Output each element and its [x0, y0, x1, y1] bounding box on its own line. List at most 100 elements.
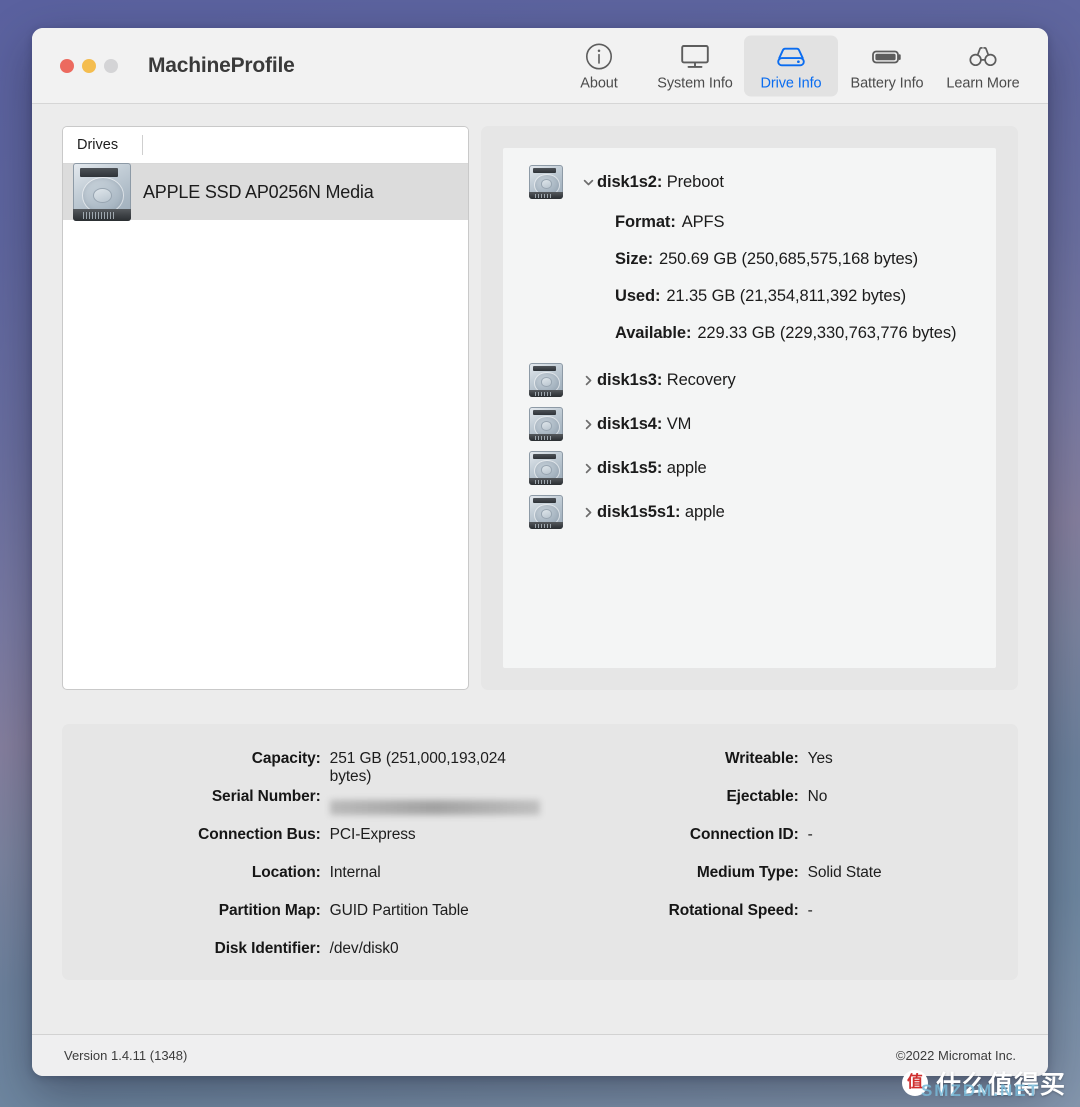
partition-name: Preboot	[666, 172, 724, 191]
property-key: Serial Number:	[211, 788, 321, 805]
hard-drive-icon	[529, 165, 563, 199]
property-value: /dev/disk0	[329, 940, 399, 957]
partition-header[interactable]: disk1s5: apple	[503, 446, 996, 490]
property-value: PCI-Express	[329, 826, 416, 843]
chevron-down-icon[interactable]	[579, 176, 597, 189]
tab-learn-more[interactable]: Learn More	[936, 35, 1030, 96]
drive-list-item-label: APPLE SSD AP0256N Media	[143, 181, 374, 202]
tab-drive-info[interactable]: Drive Info	[744, 35, 838, 96]
chevron-right-icon[interactable]	[579, 506, 597, 519]
property-row: Capacity: 251 GB (251,000,193,024 bytes)	[62, 750, 540, 788]
drive-icon	[775, 41, 807, 71]
tab-about-label: About	[580, 75, 618, 91]
info-circle-icon	[584, 41, 614, 71]
property-key: Writeable:	[725, 750, 799, 767]
column-divider[interactable]	[142, 135, 143, 155]
hard-drive-icon	[73, 163, 131, 221]
property-row: Ejectable: No	[540, 788, 1018, 826]
property-key: Capacity:	[251, 750, 321, 767]
tab-system-info[interactable]: System Info	[648, 35, 742, 96]
chevron-right-icon[interactable]	[579, 462, 597, 475]
property-key: Disk Identifier:	[214, 940, 321, 957]
field-key: Format:	[615, 213, 676, 231]
property-key: Connection ID:	[689, 826, 799, 843]
version-label: Version 1.4.11 (1348)	[64, 1048, 188, 1063]
chevron-right-icon[interactable]	[579, 374, 597, 387]
field-value: 229.33 GB (229,330,763,776 bytes)	[697, 324, 957, 342]
property-row: Location: Internal	[62, 864, 540, 902]
tab-drive-info-label: Drive Info	[760, 75, 822, 91]
field-key: Used:	[615, 287, 661, 305]
partition-title: disk1s3: Recovery	[597, 370, 736, 389]
property-value: -	[807, 902, 813, 919]
zoom-button[interactable]	[104, 58, 118, 73]
property-row: Connection Bus: PCI-Express	[62, 826, 540, 864]
property-row: Medium Type: Solid State	[540, 864, 1018, 902]
property-row: Serial Number:	[62, 788, 540, 826]
partition-name: VM	[666, 414, 692, 433]
property-key: Medium Type:	[696, 864, 799, 881]
close-button[interactable]	[60, 58, 74, 73]
chevron-right-icon[interactable]	[579, 418, 597, 431]
property-value: Yes	[807, 750, 833, 767]
partition-field-row: Size: 250.69 GB (250,685,575,168 bytes)	[503, 241, 996, 278]
properties-column-left: Capacity: 251 GB (251,000,193,024 bytes)…	[62, 750, 540, 980]
field-key: Size:	[615, 250, 654, 268]
status-bar: Version 1.4.11 (1348) ©2022 Micromat Inc…	[32, 1034, 1048, 1076]
partition-header[interactable]: disk1s3: Recovery	[503, 358, 996, 402]
partition-header[interactable]: disk1s5s1: apple	[503, 490, 996, 534]
partition-field-row: Available: 229.33 GB (229,330,763,776 by…	[503, 315, 996, 352]
partition-id: disk1s5s1	[597, 502, 675, 521]
partition-title: disk1s2: Preboot	[597, 172, 724, 191]
property-row: Disk Identifier: /dev/disk0	[62, 940, 540, 978]
hard-drive-icon	[529, 363, 563, 397]
desktop-icon	[679, 41, 711, 71]
partition-field-row: Format: APFS	[503, 204, 996, 241]
tab-battery-info-label: Battery Info	[850, 75, 924, 91]
partition-fields: Format: APFS Size: 250.69 GB (250,685,57…	[503, 204, 996, 358]
property-key: Location:	[251, 864, 321, 881]
partition-header[interactable]: disk1s4: VM	[503, 402, 996, 446]
minimize-button[interactable]	[82, 58, 96, 73]
field-value: 21.35 GB (21,354,811,392 bytes)	[666, 287, 907, 305]
tab-system-info-label: System Info	[657, 75, 733, 91]
property-value-redacted	[329, 799, 540, 815]
field-value: APFS	[681, 213, 725, 231]
property-value: Internal	[329, 864, 381, 881]
hard-drive-icon	[529, 451, 563, 485]
partition-item: disk1s2: Preboot Format: APFS Size: 250.…	[503, 160, 996, 358]
property-row: Partition Map: GUID Partition Table	[62, 902, 540, 940]
partition-header[interactable]: disk1s2: Preboot	[503, 160, 996, 204]
app-window: MachineProfile About System Info Drive I…	[32, 28, 1048, 1076]
property-value: No	[807, 788, 828, 805]
battery-icon	[870, 41, 904, 71]
drives-panel: Drives APPLE SSD AP0256N Media	[62, 126, 469, 690]
partition-item: disk1s3: Recovery	[503, 358, 996, 402]
tab-about[interactable]: About	[552, 35, 646, 96]
drive-list-item[interactable]: APPLE SSD AP0256N Media	[63, 163, 468, 221]
tab-learn-more-label: Learn More	[946, 75, 1020, 91]
partition-id: disk1s5	[597, 458, 657, 477]
traffic-light-group	[60, 58, 118, 73]
watermark-subtext: SMZDM.NET	[920, 1081, 1040, 1100]
toolbar: About System Info Drive Info Battery Inf…	[552, 35, 1030, 96]
partition-title: disk1s5: apple	[597, 458, 707, 477]
hard-drive-icon	[529, 495, 563, 529]
properties-column-right: Writeable: Yes Ejectable: No Connection …	[540, 750, 1018, 980]
tab-battery-info[interactable]: Battery Info	[840, 35, 934, 96]
partition-id: disk1s4	[597, 414, 657, 433]
property-key: Connection Bus:	[198, 826, 321, 843]
window-titlebar: MachineProfile About System Info Drive I…	[32, 28, 1048, 104]
window-title: MachineProfile	[148, 53, 295, 77]
property-value: -	[807, 826, 813, 843]
property-value: Solid State	[807, 864, 882, 881]
field-key: Available:	[615, 324, 692, 342]
copyright-label: ©2022 Micromat Inc.	[895, 1048, 1016, 1063]
partition-item: disk1s5: apple	[503, 446, 996, 490]
partition-tree: disk1s2: Preboot Format: APFS Size: 250.…	[503, 148, 996, 668]
partition-item: disk1s5s1: apple	[503, 490, 996, 534]
hard-drive-icon	[529, 407, 563, 441]
partition-id: disk1s3	[597, 370, 657, 389]
property-key: Rotational Speed:	[668, 902, 799, 919]
partition-name: apple	[684, 502, 725, 521]
